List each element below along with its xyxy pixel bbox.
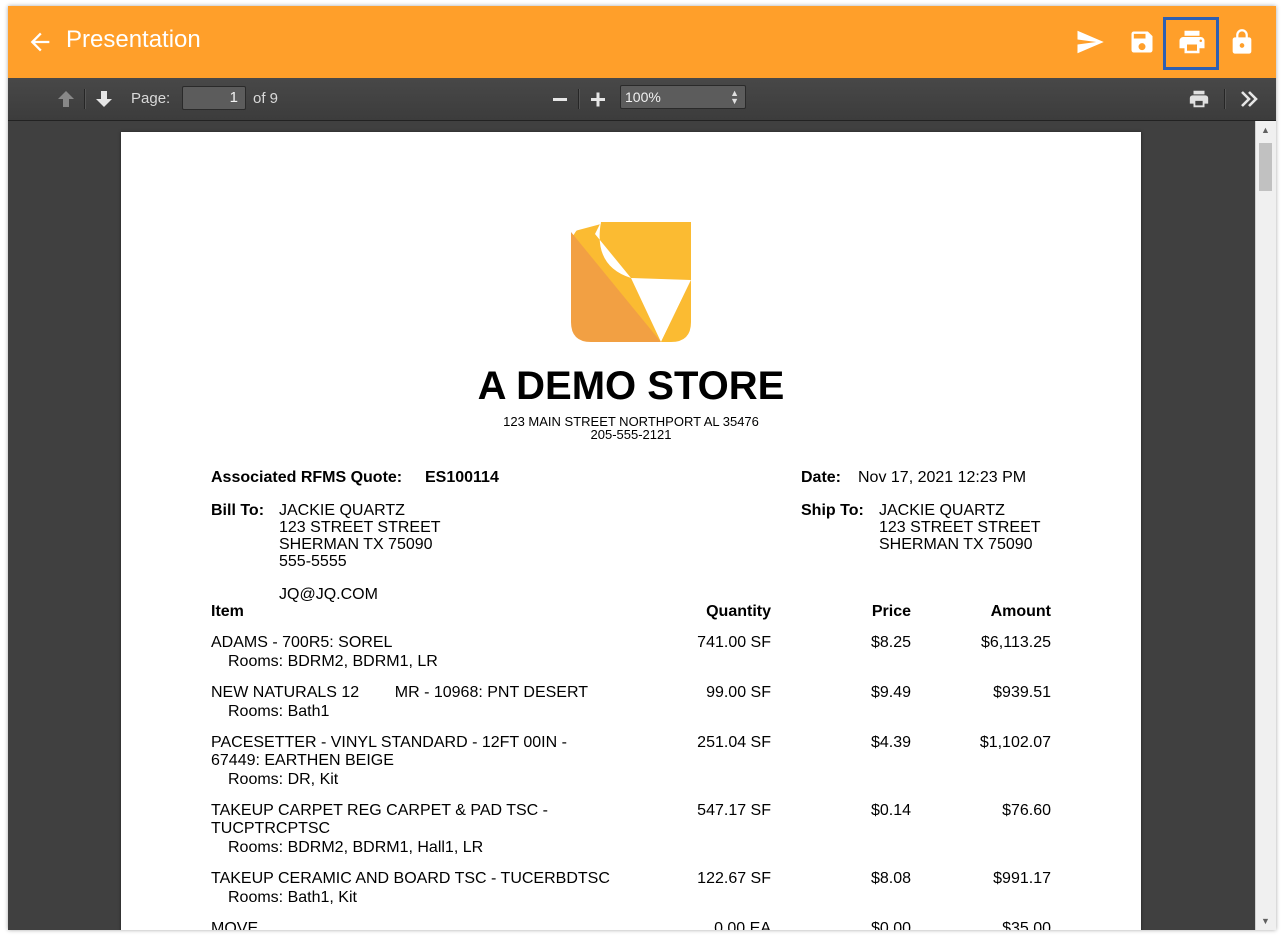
store-name: A DEMO STORE	[477, 364, 785, 408]
zoom-out-button[interactable]	[551, 88, 569, 115]
line-item-description: TAKEUP CARPET REG CARPET & PAD TSC -	[211, 802, 548, 819]
print-icon	[1189, 90, 1209, 108]
zoom-value: 100%	[625, 89, 661, 105]
zoom-in-button[interactable]	[589, 88, 607, 115]
page-title: Presentation	[66, 26, 201, 53]
line-item-description: ADAMS - 700R5: SOREL	[211, 634, 393, 651]
line-item-amount: $991.17	[993, 870, 1051, 887]
line-item-description: NEW NATURALS 12 MR - 10968: PNT DESERT	[211, 684, 588, 701]
zoom-select[interactable]: 100% ▲ ▼	[620, 85, 746, 109]
scrollbar-thumb[interactable]	[1259, 143, 1272, 191]
line-item-rooms: Rooms: Bath1, Kit	[228, 889, 357, 906]
save-button[interactable]	[1126, 26, 1158, 58]
line-item-price: $8.25	[870, 634, 911, 651]
minus-icon	[553, 98, 567, 101]
store-address: 123 MAIN STREET NORTHPORT AL 35476 205-5…	[121, 415, 1141, 441]
line-item-amount: $76.60	[1002, 802, 1051, 819]
lock-button[interactable]	[1226, 26, 1258, 58]
save-icon	[1131, 31, 1153, 53]
print-button[interactable]	[1176, 26, 1208, 58]
column-header-amount: Amount	[990, 603, 1051, 620]
bill-to-line: SHERMAN TX 75090	[279, 536, 433, 553]
back-arrow-icon	[30, 32, 50, 52]
bill-to-line: 555-5555	[279, 553, 347, 570]
line-item-description: 67449: EARTHEN BEIGE	[211, 752, 394, 769]
app-window: Presentation Page: 1 of 9 100% ▲ ▼ A DEM…	[8, 6, 1276, 930]
page-number-input[interactable]: 1	[182, 86, 246, 110]
bill-to-email: JQ@JQ.COM	[279, 586, 378, 603]
line-item-description: TUCPTRCPTSC	[211, 820, 331, 837]
line-item-price: $8.08	[870, 870, 911, 887]
pdf-viewer[interactable]: A DEMO STORE 123 MAIN STREET NORTHPORT A…	[8, 121, 1276, 930]
next-page-button[interactable]	[94, 89, 114, 114]
select-arrows-icon: ▲ ▼	[730, 88, 739, 106]
line-item-quantity: 741.00 SF	[697, 634, 771, 651]
store-logo	[571, 222, 691, 342]
line-item-price: $9.49	[870, 684, 911, 701]
toolbar-separator	[84, 89, 85, 109]
line-item-price: $0.00	[870, 920, 911, 930]
pdf-toolbar: Page: 1 of 9 100% ▲ ▼	[8, 78, 1276, 121]
arrow-down-icon	[96, 91, 112, 107]
pdf-page: A DEMO STORE 123 MAIN STREET NORTHPORT A…	[121, 132, 1141, 930]
column-header-quantity: Quantity	[706, 603, 771, 620]
line-item-rooms: Rooms: DR, Kit	[228, 771, 339, 788]
date-value: Nov 17, 2021 12:23 PM	[858, 469, 1027, 486]
line-item-quantity: 251.04 SF	[697, 734, 771, 751]
tools-menu-button[interactable]	[1238, 88, 1260, 115]
line-item-amount: $939.51	[993, 684, 1051, 701]
line-item-quantity: 547.17 SF	[697, 802, 771, 819]
quote-label: Associated RFMS Quote:	[211, 469, 403, 486]
page-total: of 9	[253, 90, 279, 107]
scroll-up-icon[interactable]: ▲	[1261, 125, 1270, 135]
store-phone: 205-555-2121	[590, 427, 672, 442]
line-item-quantity: 99.00 SF	[706, 684, 771, 701]
app-header: Presentation	[8, 6, 1276, 78]
line-item-price: $0.14	[870, 802, 911, 819]
line-item-rooms: Rooms: BDRM2, BDRM1, Hall1, LR	[228, 839, 484, 856]
ship-to-line: SHERMAN TX 75090	[879, 536, 1033, 553]
column-header-item: Item	[211, 603, 244, 620]
line-item-amount: $1,102.07	[979, 734, 1051, 751]
toolbar-separator	[578, 89, 579, 109]
line-item-amount: $35.00	[1002, 920, 1051, 930]
line-item-description: TAKEUP CERAMIC AND BOARD TSC - TUCERBDTS…	[211, 870, 610, 887]
send-button[interactable]	[1074, 26, 1106, 58]
send-icon	[1077, 30, 1104, 54]
bill-to-label: Bill To:	[211, 502, 265, 519]
quote-number: ES100114	[425, 469, 499, 486]
line-item-description: MOVE	[211, 920, 259, 930]
scroll-down-icon[interactable]: ▼	[1261, 916, 1270, 926]
double-chevron-right-icon	[1241, 91, 1258, 107]
vertical-scrollbar[interactable]: ▲ ▼	[1255, 121, 1276, 930]
line-item-description: PACESETTER - VINYL STANDARD - 12FT 00IN …	[211, 734, 567, 751]
column-header-price: Price	[871, 603, 911, 620]
toolbar-separator	[1224, 89, 1225, 109]
ship-to-line: 123 STREET STREET	[879, 519, 1041, 536]
previous-page-button[interactable]	[56, 89, 76, 114]
line-item-amount: $6,113.25	[981, 634, 1051, 651]
arrow-up-icon	[58, 91, 74, 107]
plus-icon	[591, 92, 605, 107]
line-item-rooms: Rooms: Bath1	[228, 703, 330, 720]
bill-to-line: JACKIE QUARTZ	[279, 502, 405, 519]
ship-to-line: JACKIE QUARTZ	[879, 502, 1005, 519]
line-item-price: $4.39	[870, 734, 911, 751]
page-label: Page:	[131, 90, 171, 107]
line-item-quantity: 0.00 EA	[714, 920, 771, 930]
ship-to-label: Ship To:	[801, 502, 864, 519]
date-label: Date:	[801, 469, 842, 486]
line-item-rooms: Rooms: BDRM2, BDRM1, LR	[228, 653, 438, 670]
bill-to-line: 123 STREET STREET	[279, 519, 441, 536]
toolbar-print-button[interactable]	[1188, 88, 1210, 115]
lock-icon	[1232, 29, 1252, 54]
line-item-quantity: 122.67 SF	[697, 870, 771, 887]
back-button[interactable]	[26, 28, 56, 58]
print-icon	[1179, 30, 1205, 54]
